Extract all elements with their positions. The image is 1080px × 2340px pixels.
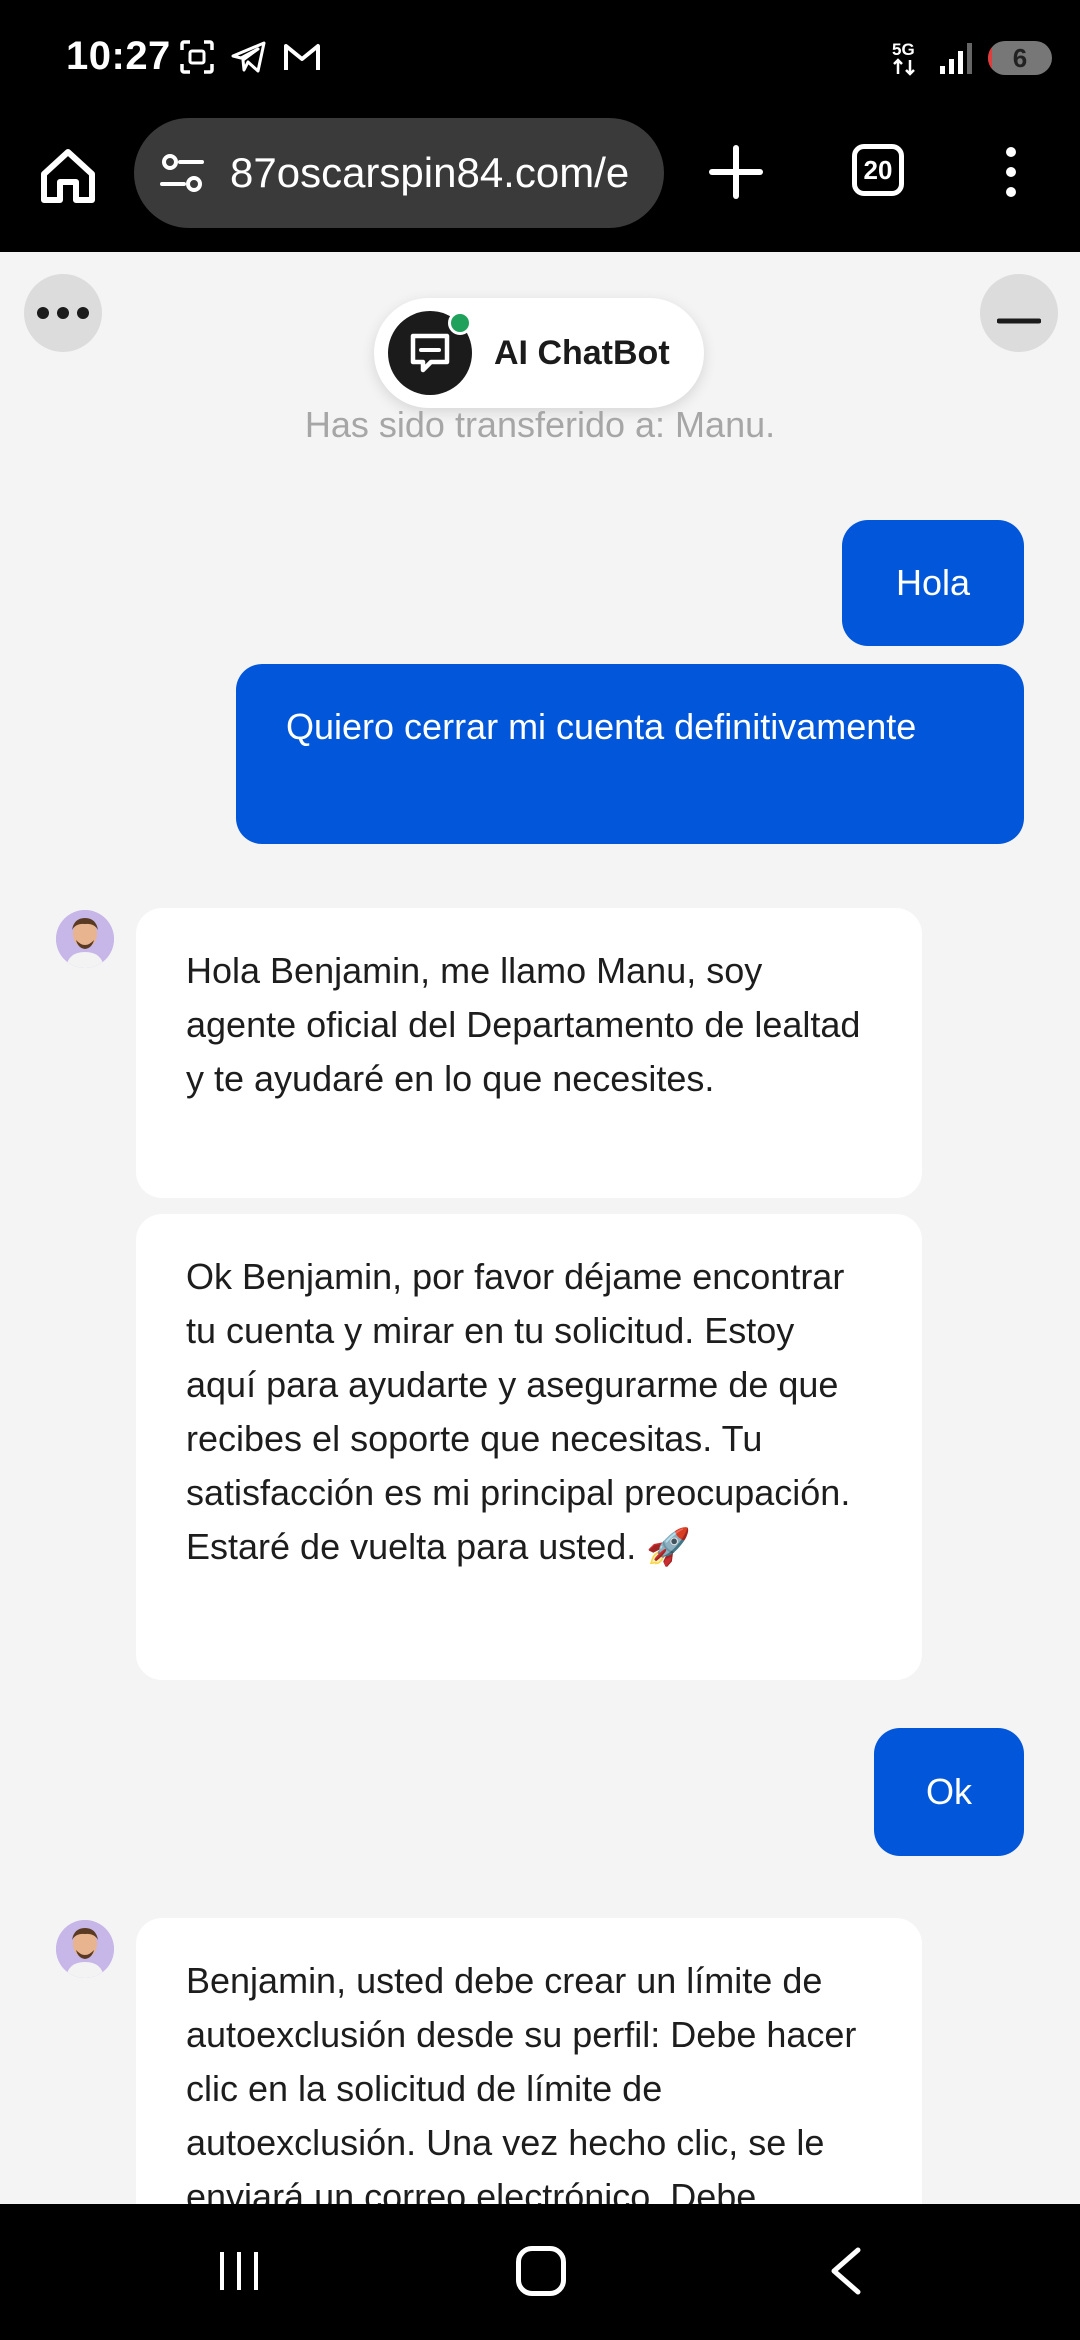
agent-message: Hola Benjamin, me llamo Manu, soy agente… <box>136 908 922 1198</box>
system-nav-bar <box>0 2204 1080 2340</box>
battery-fill <box>988 41 992 75</box>
agent-avatar <box>56 910 114 968</box>
chatbot-header: AI ChatBot <box>374 298 704 408</box>
svg-text:5G: 5G <box>892 40 915 59</box>
phone-screen: 10:27 5G 6 87oscarspin84.com/e 20 AI Cha… <box>0 0 1080 2340</box>
battery-level: 6 <box>1012 42 1028 73</box>
screenshot-icon <box>180 40 214 74</box>
site-settings-icon[interactable] <box>156 146 210 200</box>
network-5g-icon: 5G <box>892 40 915 76</box>
plus-icon[interactable] <box>706 142 766 202</box>
address-bar[interactable]: 87oscarspin84.com/e <box>134 118 664 228</box>
recent-apps-icon[interactable] <box>216 2248 262 2294</box>
status-time: 10:27 <box>66 34 171 78</box>
transfer-notice: Has sido transferido a: Manu. <box>304 404 776 445</box>
minimize-chat-button[interactable] <box>980 274 1058 352</box>
agent-face-icon <box>56 910 114 968</box>
telegram-icon <box>231 41 266 73</box>
chat-bubble-icon <box>410 333 450 373</box>
home-icon[interactable] <box>36 144 100 208</box>
home-nav-icon[interactable] <box>516 2246 566 2296</box>
notification-icons <box>178 38 322 76</box>
signal-icon <box>940 43 972 74</box>
system-icons: 5G 6 <box>892 38 1052 78</box>
back-icon[interactable] <box>826 2246 866 2296</box>
tab-switcher-button[interactable]: 20 <box>852 144 904 196</box>
agent-face-icon <box>56 1920 114 1978</box>
chatbot-title: AI ChatBot <box>494 333 670 372</box>
chat-window: AI ChatBot Has sido transferido a: Manu.… <box>0 252 1080 2204</box>
agent-avatar <box>56 1920 114 1978</box>
agent-message: Benjamin, usted debe crear un límite de … <box>136 1918 922 2204</box>
status-bar: 10:27 5G 6 <box>0 0 1080 118</box>
user-message: Ok <box>874 1728 1024 1856</box>
more-vert-icon[interactable] <box>996 142 1026 202</box>
agent-message: Ok Benjamin, por favor déjame encontrar … <box>136 1214 922 1680</box>
url-text: 87oscarspin84.com/e <box>230 149 630 196</box>
online-status-dot <box>448 311 472 335</box>
battery-indicator: 6 <box>988 41 1052 75</box>
chatbot-logo <box>388 311 472 395</box>
more-horiz-icon <box>37 307 89 319</box>
user-message: Quiero cerrar mi cuenta definitivamente <box>236 664 1024 844</box>
browser-toolbar: 87oscarspin84.com/e 20 <box>0 118 1080 252</box>
user-message: Hola <box>842 520 1024 646</box>
chat-options-button[interactable] <box>24 274 102 352</box>
gmail-icon <box>284 44 320 70</box>
minimize-icon <box>997 318 1041 324</box>
